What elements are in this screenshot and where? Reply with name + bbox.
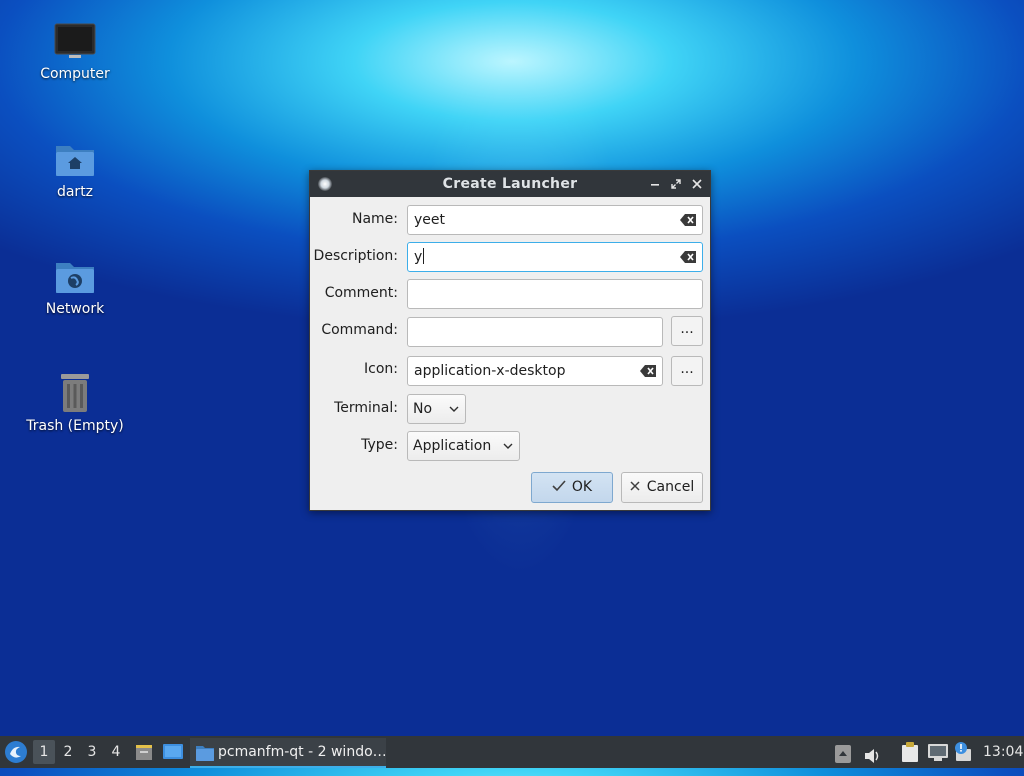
network-wired-icon [928,744,948,761]
minimize-icon [651,184,659,186]
description-field[interactable]: y [407,242,703,272]
cancel-label: Cancel [646,479,695,495]
tray-expander[interactable] [835,743,851,763]
folder-icon [196,746,214,761]
terminal-label: Terminal: [334,400,398,416]
desktop-icon-computer[interactable]: Computer [15,22,135,82]
monitor-icon [54,23,96,58]
clock[interactable]: 13:04 [983,736,1023,768]
desktop-icon-trash[interactable]: Trash (Empty) [15,372,135,434]
dialog-titlebar[interactable]: Create Launcher [310,171,710,197]
terminal-select[interactable]: No [407,394,466,424]
description-value: y [414,249,423,265]
maximize-button[interactable] [667,175,685,193]
taskbar: 1 2 3 4 pcmanfm-qt - 2 windo… 13:04 [0,736,1024,768]
chevron-down-icon [503,443,513,449]
clear-text-icon[interactable] [680,251,696,263]
workspace-3[interactable]: 3 [81,740,103,764]
desktop-icon-label: dartz [56,184,94,200]
tray-up-arrow-icon [835,745,851,763]
desktop-icon-label: Trash (Empty) [26,418,124,434]
close-button[interactable] [688,175,706,193]
clear-text-icon[interactable] [640,365,656,377]
cancel-button[interactable]: Cancel [621,472,703,503]
task-label: pcmanfm-qt - 2 windo… [218,744,386,760]
maximize-icon [671,179,681,189]
desktop-icon-label: Computer [40,66,110,82]
type-select[interactable]: Application [407,431,520,461]
type-value: Application [413,438,492,454]
comment-label: Comment: [324,285,398,301]
clipboard-button[interactable] [900,741,920,763]
quicklaunch-show-desktop[interactable] [162,742,184,762]
workspace-4[interactable]: 4 [105,740,127,764]
icon-label: Icon: [364,361,398,377]
ok-button[interactable]: OK [531,472,613,503]
name-field[interactable]: yeet [407,205,703,235]
file-manager-icon [136,745,152,760]
checkmark-icon [552,480,566,492]
update-notifier-icon [955,742,971,761]
command-label: Command: [321,322,398,338]
name-value: yeet [414,212,446,228]
desktop-icon-network[interactable]: Network [15,257,135,317]
create-launcher-dialog: Create Launcher Name: yeet Description: … [309,170,711,511]
desktop-icon-home[interactable]: dartz [15,140,135,200]
workspace-1[interactable]: 1 [33,740,55,764]
show-desktop-icon [163,744,183,759]
minimize-button[interactable] [646,175,664,193]
name-label: Name: [351,211,398,227]
type-label: Type: [361,437,398,453]
icon-browse-button[interactable]: ... [671,356,703,386]
icon-field[interactable]: application-x-desktop [407,356,663,386]
home-folder-icon [56,146,94,176]
description-label: Description: [313,248,398,264]
network-folder-icon [56,263,94,293]
task-pcmanfm[interactable]: pcmanfm-qt - 2 windo… [190,738,386,768]
notification-button[interactable] [953,741,973,763]
chevron-down-icon [449,406,459,412]
x-icon [630,481,640,491]
trash-icon [61,374,89,412]
close-icon [692,179,702,189]
start-menu-button[interactable] [4,740,28,764]
terminal-value: No [413,401,433,417]
volume-button[interactable] [864,744,882,763]
clipboard-icon [902,742,918,762]
workspace-2[interactable]: 2 [57,740,79,764]
icon-value: application-x-desktop [414,363,566,379]
lxqt-logo-icon [5,741,27,763]
command-field[interactable] [407,317,663,347]
desktop-icon-label: Network [45,301,105,317]
command-browse-button[interactable]: ... [671,316,703,346]
volume-icon [865,749,879,763]
comment-field[interactable] [407,279,703,309]
clear-text-icon[interactable] [680,214,696,226]
text-cursor [423,248,425,264]
ok-label: OK [571,479,593,495]
quicklaunch-file-manager[interactable] [134,742,154,762]
network-button[interactable] [927,742,949,762]
